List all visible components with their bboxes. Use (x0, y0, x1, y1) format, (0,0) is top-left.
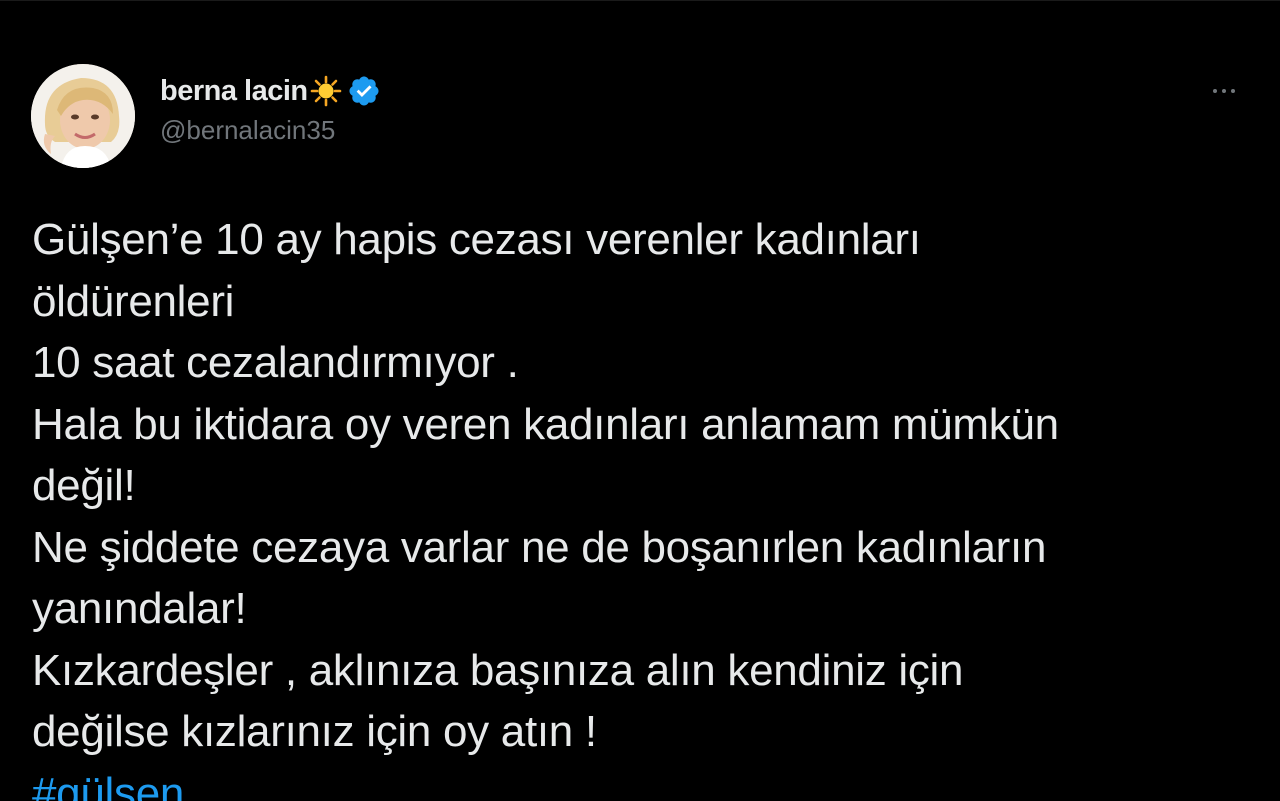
more-dot-icon (1213, 89, 1217, 93)
author-display-name[interactable]: berna lacin (160, 75, 308, 108)
more-options-button[interactable] (1204, 81, 1244, 101)
sun-icon (309, 74, 343, 108)
tweet-text-line: 10 saat cezalandırmıyor . (32, 338, 519, 387)
hashtag-link[interactable]: #gülşen (32, 763, 1252, 801)
tweet-text-line: Ne şiddete cezaya varlar ne de boşanırle… (32, 522, 1047, 572)
avatar-photo (31, 64, 135, 168)
more-dot-icon (1231, 89, 1235, 93)
tweet-text-line: Gülşen’e 10 ay hapis cezası verenler kad… (32, 215, 921, 264)
tweet-text-line: Hala bu iktidara oy veren kadınları anla… (32, 399, 1059, 449)
tweet-text-line: öldürenleri (32, 276, 235, 326)
tweet-card: berna lacin @bernalacin35 Gülşen’e 10 ay… (0, 0, 1280, 801)
tweet-text-line: Kızkardeşler , aklınıza başınıza alın ke… (32, 645, 964, 695)
tweet-text: Gülşen’e 10 ay hapis cezası verenler kad… (32, 209, 1252, 801)
tweet-text-line: değilse kızlarınız için oy atın ! (32, 707, 597, 756)
more-dot-icon (1222, 89, 1226, 93)
avatar[interactable] (31, 64, 135, 168)
tweet-text-line: yanındalar! (32, 584, 247, 633)
verified-badge-icon[interactable] (347, 74, 381, 108)
tweet-text-line: değil! (32, 461, 136, 510)
author-handle[interactable]: @bernalacin35 (160, 115, 381, 146)
author-info: berna lacin @bernalacin35 (160, 71, 381, 146)
author-name-row[interactable]: berna lacin (160, 71, 381, 111)
